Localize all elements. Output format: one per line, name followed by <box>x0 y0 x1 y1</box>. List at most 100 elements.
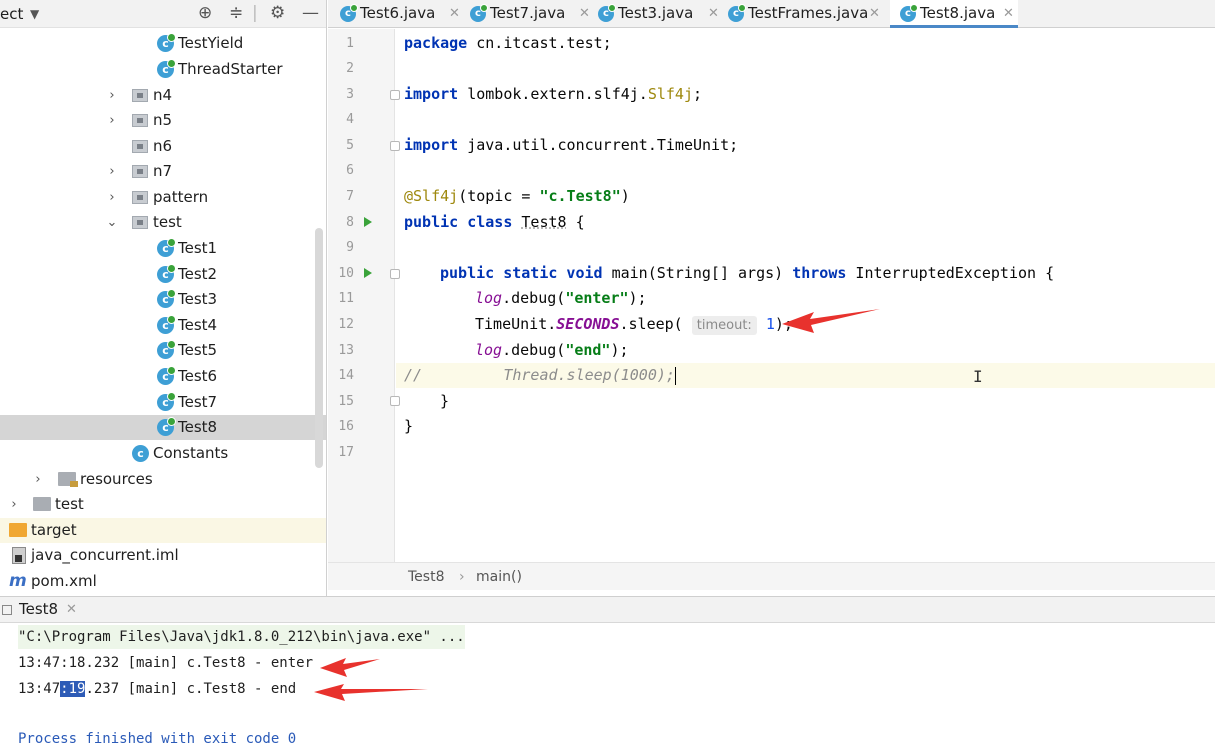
code-token: public static void <box>440 264 603 282</box>
code-token: { <box>566 213 585 231</box>
tree-item-label: Test8 <box>178 418 218 436</box>
package-icon <box>132 216 148 229</box>
code-line-3: import lombok.extern.slf4j.Slf4j; <box>404 82 702 107</box>
run-main-icon[interactable] <box>364 268 372 278</box>
tree-item-test7[interactable]: c Test7 <box>0 390 326 415</box>
chevron-right-icon[interactable]: › <box>106 108 118 133</box>
tree-item-n7[interactable]: › n7 <box>0 159 326 184</box>
close-icon[interactable]: ✕ <box>869 0 880 27</box>
chevron-right-icon[interactable]: › <box>32 467 44 492</box>
chevron-right-icon[interactable]: › <box>8 492 20 517</box>
class-icon: c <box>157 33 176 52</box>
code-token: import <box>404 136 459 154</box>
close-icon[interactable]: ✕ <box>1003 0 1014 27</box>
tree-item-label: Test3 <box>178 290 218 308</box>
code-line-8: public class Test8 { <box>404 210 585 235</box>
tree-item-test-package[interactable]: ⌄ test <box>0 210 326 235</box>
tree-item-label: pattern <box>153 188 209 206</box>
close-icon[interactable]: ✕ <box>449 0 460 27</box>
chevron-right-icon[interactable]: › <box>106 159 118 184</box>
tree-item-target[interactable]: target <box>0 518 326 543</box>
close-icon[interactable]: ✕ <box>579 0 590 27</box>
close-icon[interactable]: ✕ <box>708 0 719 27</box>
tree-item-n4[interactable]: › n4 <box>0 83 326 108</box>
tree-item-n5[interactable]: › n5 <box>0 108 326 133</box>
tree-item-threadstarter[interactable]: c ThreadStarter <box>0 57 326 82</box>
line-number: 10 <box>338 266 354 281</box>
tree-item-pattern[interactable]: › pattern <box>0 185 326 210</box>
code-token: TimeUnit. <box>475 315 557 333</box>
line-number: 2 <box>346 61 354 76</box>
code-editor[interactable]: 1 2 3 4 5 6 7 8 9 10 11 12 13 14 15 16 1… <box>328 29 1215 562</box>
package-icon <box>132 140 148 153</box>
locate-icon[interactable]: ⊕ <box>198 3 212 23</box>
chevron-right-icon[interactable]: › <box>106 83 118 108</box>
class-icon: c <box>157 392 176 411</box>
breadcrumb-method[interactable]: main() <box>476 563 522 591</box>
maven-icon: m <box>9 571 27 591</box>
package-icon <box>132 191 148 204</box>
tree-item-label: Test1 <box>178 239 218 257</box>
tree-item-label: Constants <box>153 444 229 462</box>
line-number: 9 <box>346 240 354 255</box>
tree-item-resources[interactable]: › resources <box>0 467 326 492</box>
code-token: Test8 <box>521 213 567 231</box>
code-token: ; <box>693 85 703 103</box>
tree-item-test5[interactable]: c Test5 <box>0 338 326 363</box>
tree-item-test1[interactable]: c Test1 <box>0 236 326 261</box>
tab-test8[interactable]: c Test8.java ✕ <box>890 0 1018 28</box>
code-token: InterruptedException { <box>846 264 1055 282</box>
tab-test7[interactable]: c Test7.java ✕ <box>470 0 590 28</box>
tree-item-test2[interactable]: c Test2 <box>0 262 326 287</box>
tab-test6[interactable]: c Test6.java ✕ <box>340 0 460 28</box>
tree-item-test4[interactable]: c Test4 <box>0 313 326 338</box>
class-icon: c <box>157 59 176 78</box>
line-number: 3 <box>346 87 354 102</box>
tree-item-label: Test6 <box>178 367 218 385</box>
run-class-icon[interactable] <box>364 217 372 227</box>
chevron-down-icon[interactable]: ▼ <box>30 7 39 21</box>
code-token: .debug( <box>502 341 566 359</box>
tree-item-pom[interactable]: m pom.xml <box>0 569 326 594</box>
tab-label: Test3.java <box>618 4 694 22</box>
tree-item-test-folder[interactable]: › test <box>0 492 326 517</box>
close-icon[interactable]: ✕ <box>66 597 77 622</box>
tree-item-test8[interactable]: c Test8 <box>0 415 326 440</box>
chevron-right-icon[interactable]: › <box>106 185 118 210</box>
tree-item-test3[interactable]: c Test3 <box>0 287 326 312</box>
code-token: } <box>404 417 414 435</box>
code-token: public class <box>404 213 513 231</box>
chevron-down-icon[interactable]: ⌄ <box>106 210 118 235</box>
line-number: 11 <box>338 291 354 306</box>
resources-folder-icon <box>58 472 78 487</box>
tree-item-iml[interactable]: java_concurrent.iml <box>0 543 326 568</box>
tree-item-test6[interactable]: c Test6 <box>0 364 326 389</box>
project-scrollbar[interactable] <box>315 228 323 468</box>
run-tab-bar: Test8 ✕ <box>0 597 1215 623</box>
code-token: .debug( <box>502 289 566 307</box>
class-icon: c <box>157 417 176 436</box>
class-icon: c <box>157 315 176 334</box>
tree-item-constants[interactable]: c Constants <box>0 441 326 466</box>
breadcrumb-class[interactable]: Test8 <box>408 563 444 591</box>
annotation-arrow-icon <box>314 684 428 701</box>
code-token: log <box>475 341 503 359</box>
code-token: 1 <box>765 315 775 333</box>
code-area[interactable]: package cn.itcast.test; import lombok.ex… <box>396 29 1215 479</box>
project-view-title[interactable]: ect <box>0 5 23 23</box>
console-output[interactable]: "C:\Program Files\Java\jdk1.8.0_212\bin\… <box>0 625 1215 754</box>
class-icon: c <box>157 238 176 257</box>
tree-item-label: Test7 <box>178 393 218 411</box>
console-text: 13:47 <box>18 681 61 697</box>
console-exit-line: Process finished with exit code 0 <box>18 731 297 747</box>
editor-tab-bar: c Test6.java ✕ c Test7.java ✕ c Test3.ja… <box>328 0 1215 28</box>
tree-item-n6[interactable]: n6 <box>0 134 326 159</box>
gear-icon[interactable]: ⚙ <box>270 3 285 23</box>
collapse-all-icon[interactable]: ≑ <box>229 3 243 23</box>
folder-icon <box>33 497 51 511</box>
minimize-icon[interactable]: — <box>302 3 319 23</box>
line-number: 1 <box>346 36 354 51</box>
tree-item-testyield[interactable]: c TestYield <box>0 31 326 56</box>
tab-testframes[interactable]: c TestFrames.java ✕ <box>728 0 884 28</box>
tab-test3[interactable]: c Test3.java ✕ <box>598 0 719 28</box>
